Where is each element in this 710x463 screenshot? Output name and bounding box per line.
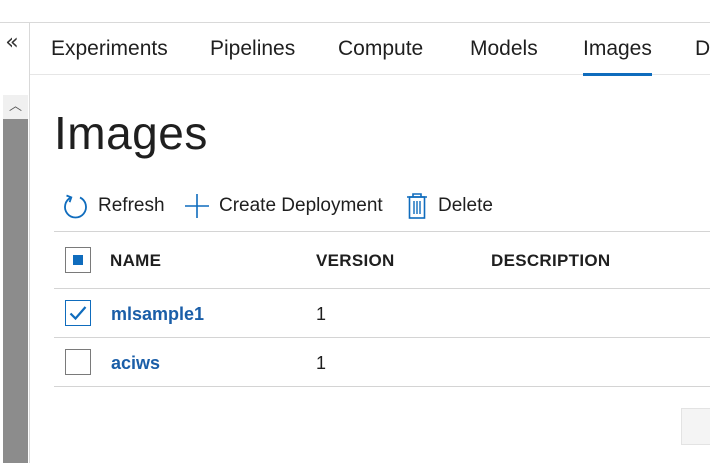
delete-button[interactable]: Delete — [405, 191, 493, 221]
column-header-version[interactable]: VERSION — [316, 251, 395, 271]
collapse-sidebar-icon[interactable]: « — [2, 30, 22, 56]
tab-pipelines[interactable]: Pipelines — [210, 37, 295, 61]
checkmark-icon — [69, 306, 87, 321]
row-name-link[interactable]: mlsample1 — [111, 304, 204, 325]
refresh-label: Refresh — [98, 195, 165, 216]
chevron-up-icon[interactable]: ︿ — [3, 95, 28, 119]
refresh-button[interactable]: Refresh — [62, 191, 165, 221]
column-header-name[interactable]: NAME — [110, 251, 161, 271]
tab-deployments[interactable]: D — [695, 37, 710, 61]
row-checkbox[interactable] — [65, 349, 91, 375]
tab-bar: Experiments Pipelines Compute Models Ima… — [30, 23, 710, 76]
row-name-link[interactable]: aciws — [111, 353, 160, 374]
row-checkbox[interactable] — [65, 300, 91, 326]
panel-corner-button[interactable] — [681, 408, 710, 445]
tab-models[interactable]: Models — [470, 37, 538, 61]
create-deployment-label: Create Deployment — [219, 195, 383, 216]
tab-images[interactable]: Images — [583, 37, 652, 76]
tab-experiments[interactable]: Experiments — [51, 37, 168, 61]
table-bottom-border — [54, 386, 710, 387]
page-title: Images — [54, 107, 208, 159]
plus-icon — [184, 193, 219, 219]
refresh-icon — [62, 193, 98, 220]
table-top-border — [54, 231, 710, 232]
row-divider — [54, 337, 710, 338]
row-version: 1 — [316, 353, 327, 373]
header-divider — [54, 288, 710, 289]
create-deployment-button[interactable]: Create Deployment — [184, 191, 383, 221]
column-header-description[interactable]: DESCRIPTION — [491, 251, 610, 271]
tab-compute[interactable]: Compute — [338, 37, 423, 61]
trash-icon — [405, 192, 438, 220]
select-all-checkbox[interactable] — [65, 247, 91, 273]
delete-label: Delete — [438, 195, 493, 216]
row-version: 1 — [316, 304, 327, 324]
scrollbar-thumb[interactable] — [3, 119, 28, 463]
vertical-scrollbar[interactable]: ︿ — [3, 95, 28, 463]
